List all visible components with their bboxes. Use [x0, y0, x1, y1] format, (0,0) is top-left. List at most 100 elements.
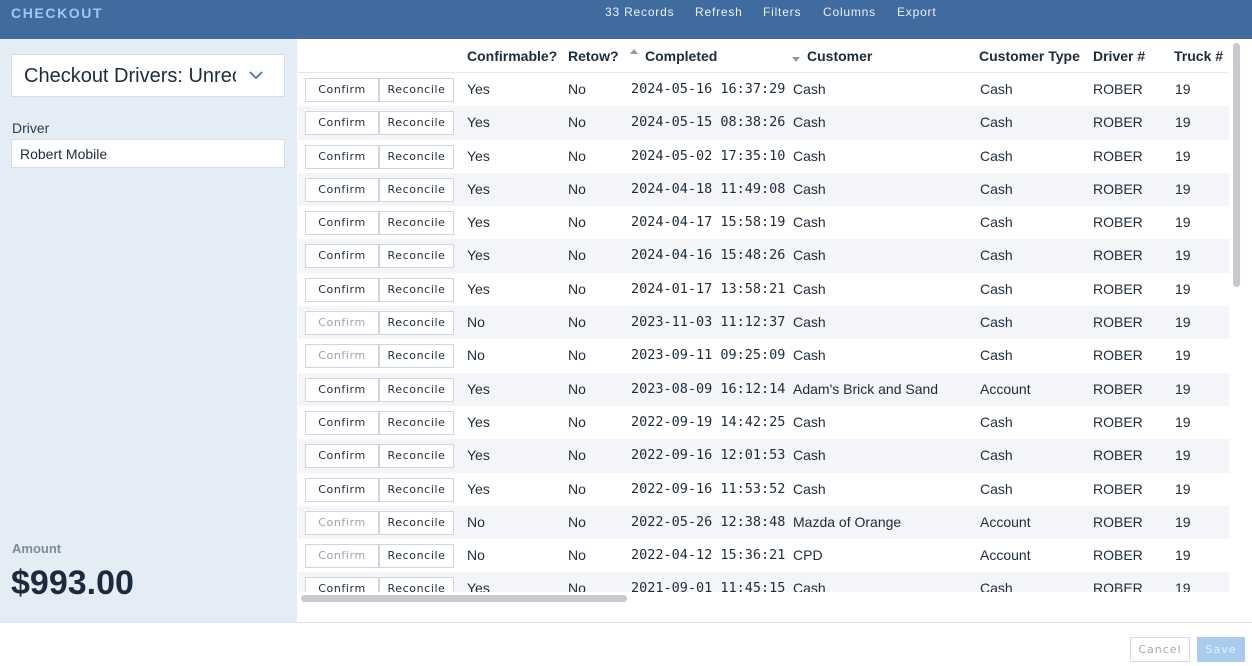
- confirmable-cell: Yes: [467, 413, 490, 430]
- driver-cell: ROBER: [1093, 447, 1143, 464]
- reconcile-button[interactable]: Reconcile: [379, 544, 454, 569]
- confirmable-cell: Yes: [467, 81, 490, 97]
- confirm-button[interactable]: Confirm: [305, 410, 379, 435]
- reconcile-button[interactable]: Reconcile: [379, 344, 454, 369]
- column-header-retow[interactable]: Retow?: [568, 48, 619, 64]
- app-title: CHECKOUT: [11, 5, 104, 21]
- grid-header: Confirmable? Retow? Completed Customer C…: [298, 39, 1229, 73]
- retow-cell: No: [568, 380, 586, 397]
- column-header-truck[interactable]: Truck #: [1174, 48, 1223, 64]
- table-row[interactable]: Confirm Reconcile No No 2022-05-26 12:38:48 M…: [298, 505, 1229, 540]
- completed-cell: 2022-09-19 14:42:25: [631, 413, 786, 430]
- customer-cell: CPD: [793, 547, 823, 564]
- confirm-button[interactable]: Confirm: [305, 211, 379, 236]
- table-row[interactable]: Confirm Reconcile No No 2022-04-12 15:36:21 C…: [298, 539, 1229, 572]
- driver-cell: ROBER: [1093, 180, 1143, 197]
- confirm-button[interactable]: Confirm: [305, 311, 379, 336]
- confirm-button[interactable]: Confirm: [305, 244, 379, 269]
- confirmable-cell: Yes: [467, 280, 490, 297]
- customer-cell: Cash: [793, 580, 826, 592]
- refresh-button[interactable]: Refresh: [695, 5, 743, 19]
- confirm-button[interactable]: Confirm: [305, 111, 379, 136]
- confirm-button[interactable]: Confirm: [305, 544, 379, 569]
- reconcile-button[interactable]: Reconcile: [379, 577, 454, 592]
- confirmable-cell: Yes: [467, 380, 490, 397]
- table-row[interactable]: Confirm Reconcile Yes No 2022-09-16 11:53:52…: [298, 473, 1229, 506]
- reconcile-button[interactable]: Reconcile: [379, 244, 454, 269]
- save-button[interactable]: Save: [1197, 637, 1245, 662]
- customer-type-cell: Cash: [980, 247, 1013, 264]
- customer-type-cell: Cash: [980, 447, 1013, 464]
- customer-cell: Cash: [793, 413, 826, 430]
- reconcile-button[interactable]: Reconcile: [379, 78, 454, 102]
- confirm-button[interactable]: Confirm: [305, 377, 379, 402]
- table-row[interactable]: Confirm Reconcile Yes No 2024-04-18 11:49:08…: [298, 172, 1229, 207]
- reconcile-button[interactable]: Reconcile: [379, 111, 454, 136]
- customer-cell: Cash: [793, 347, 826, 364]
- driver-cell: ROBER: [1093, 480, 1143, 497]
- reconcile-button[interactable]: Reconcile: [379, 477, 454, 502]
- cancel-button[interactable]: Cancel: [1130, 637, 1190, 662]
- table-row[interactable]: Confirm Reconcile Yes No 2024-04-17 15:58:19…: [298, 206, 1229, 239]
- confirm-button[interactable]: Confirm: [305, 577, 379, 592]
- reconcile-button[interactable]: Reconcile: [379, 211, 454, 236]
- column-header-driver[interactable]: Driver #: [1093, 48, 1145, 64]
- confirm-button[interactable]: Confirm: [305, 444, 379, 469]
- horizontal-scroll-thumb[interactable]: [301, 595, 627, 602]
- horizontal-scrollbar[interactable]: [298, 592, 1229, 606]
- reconcile-button[interactable]: Reconcile: [379, 510, 454, 535]
- table-row[interactable]: Confirm Reconcile Yes No 2022-09-19 14:42:25…: [298, 406, 1229, 439]
- column-header-customer-type[interactable]: Customer Type: [979, 48, 1080, 64]
- table-row[interactable]: Confirm Reconcile Yes No 2023-08-09 16:12:14…: [298, 372, 1229, 406]
- customer-cell: Mazda of Orange: [793, 513, 902, 530]
- reconcile-button[interactable]: Reconcile: [379, 144, 454, 169]
- confirmable-cell: Yes: [467, 480, 490, 497]
- reconcile-button[interactable]: Reconcile: [379, 277, 454, 302]
- confirm-button[interactable]: Confirm: [305, 510, 379, 535]
- export-button[interactable]: Export: [897, 5, 936, 19]
- truck-cell: 19: [1175, 380, 1191, 397]
- table-row[interactable]: Confirm Reconcile No No 2023-11-03 11:12:37 C…: [298, 306, 1229, 340]
- confirmable-cell: No: [467, 513, 485, 530]
- confirm-button[interactable]: Confirm: [305, 277, 379, 302]
- table-row[interactable]: Confirm Reconcile Yes No 2024-05-02 17:35:10…: [298, 140, 1229, 173]
- retow-cell: No: [568, 81, 586, 97]
- column-header-customer[interactable]: Customer: [807, 48, 872, 64]
- reconcile-button[interactable]: Reconcile: [379, 410, 454, 435]
- records-count-button[interactable]: 33 Records: [605, 5, 674, 19]
- confirm-button[interactable]: Confirm: [305, 344, 379, 369]
- column-header-confirmable[interactable]: Confirmable?: [467, 48, 557, 64]
- reconcile-button[interactable]: Reconcile: [379, 377, 454, 402]
- columns-button[interactable]: Columns: [823, 5, 876, 19]
- table-row[interactable]: Confirm Reconcile Yes No 2024-04-16 15:48:26…: [298, 239, 1229, 273]
- driver-field[interactable]: [11, 139, 285, 168]
- completed-cell: 2024-05-15 08:38:26: [631, 114, 786, 131]
- confirm-button[interactable]: Confirm: [305, 477, 379, 502]
- driver-label: Driver: [12, 120, 50, 136]
- reconcile-button[interactable]: Reconcile: [379, 444, 454, 469]
- table-row[interactable]: Confirm Reconcile Yes No 2024-01-17 13:58:21…: [298, 273, 1229, 306]
- completed-cell: 2023-08-09 16:12:14: [631, 380, 786, 397]
- vertical-scrollbar[interactable]: [1229, 39, 1252, 592]
- table-row[interactable]: Confirm Reconcile Yes No 2024-05-15 08:38:26…: [298, 106, 1229, 140]
- filters-button[interactable]: Filters: [763, 5, 801, 19]
- driver-cell: ROBER: [1093, 314, 1143, 331]
- confirm-button[interactable]: Confirm: [305, 144, 379, 169]
- table-row[interactable]: Confirm Reconcile Yes No 2021-09-01 11:45:15…: [298, 572, 1229, 592]
- customer-cell: Adam's Brick and Sand: [793, 380, 939, 397]
- reconcile-button[interactable]: Reconcile: [379, 177, 454, 202]
- driver-cell: ROBER: [1093, 247, 1143, 264]
- confirm-button[interactable]: Confirm: [305, 177, 379, 202]
- reconcile-button[interactable]: Reconcile: [379, 311, 454, 336]
- column-header-completed[interactable]: Completed: [645, 48, 717, 64]
- customer-cell: Cash: [793, 314, 826, 331]
- table-row[interactable]: Confirm Reconcile Yes No 2024-05-16 16:37:29…: [298, 73, 1229, 106]
- vertical-scroll-thumb[interactable]: [1233, 43, 1240, 287]
- retow-cell: No: [568, 480, 586, 497]
- view-select[interactable]: Checkout Drivers: Unreconciled: [11, 54, 285, 97]
- confirm-button[interactable]: Confirm: [305, 78, 379, 102]
- table-row[interactable]: Confirm Reconcile No No 2023-09-11 09:25:09 C…: [298, 339, 1229, 372]
- truck-cell: 19: [1175, 81, 1191, 97]
- confirmable-cell: Yes: [467, 147, 490, 164]
- table-row[interactable]: Confirm Reconcile Yes No 2022-09-16 12:01:53…: [298, 439, 1229, 473]
